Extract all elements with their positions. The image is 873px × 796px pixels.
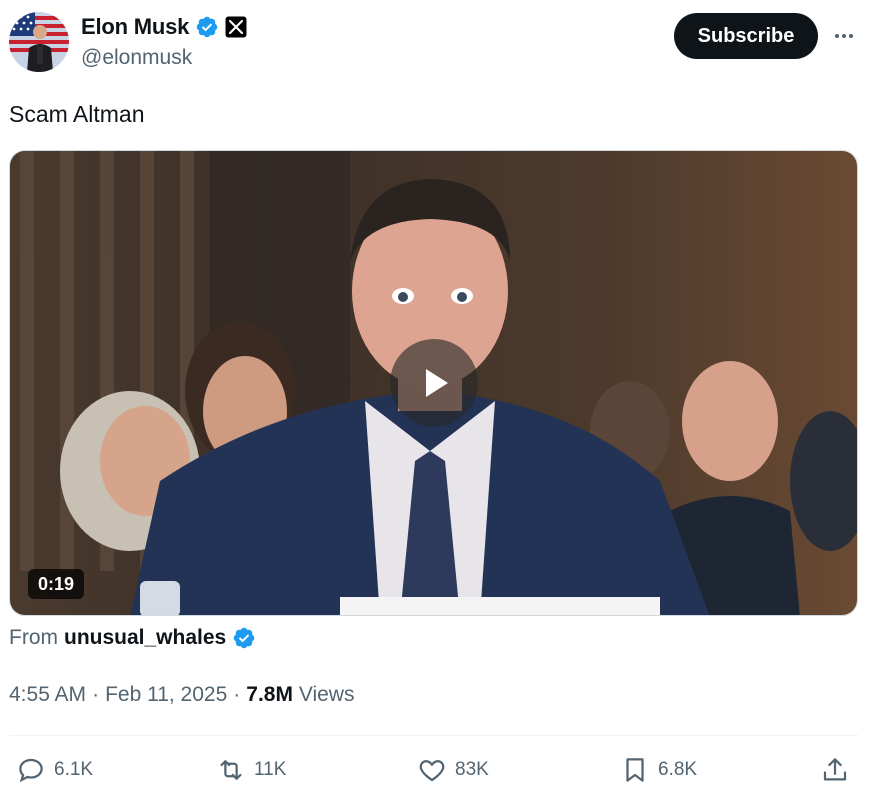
video-source: From unusual_whales — [9, 626, 256, 650]
subscribe-button[interactable]: Subscribe — [674, 13, 818, 59]
share-icon — [823, 758, 847, 781]
source-from-label: From — [9, 626, 58, 649]
repost-button[interactable]: 11K — [216, 748, 286, 792]
repost-icon — [220, 760, 242, 780]
video-player[interactable]: 0:19 — [9, 150, 858, 616]
tweet-text: Scam Altman — [9, 101, 145, 127]
avatar[interactable] — [9, 12, 69, 72]
author-name[interactable]: Elon Musk — [81, 14, 189, 40]
tweet-time[interactable]: 4:55 AM — [9, 683, 86, 707]
repost-count: 11K — [254, 759, 287, 780]
separator-dot: · — [233, 683, 241, 706]
heart-icon — [419, 760, 445, 782]
bookmark-count: 6.8K — [658, 759, 698, 780]
play-icon — [426, 369, 448, 397]
action-bar: 6.1K 11K 83K 6.8K — [0, 748, 873, 792]
verified-badge-icon[interactable] — [195, 15, 219, 39]
ellipsis-icon — [835, 34, 853, 38]
like-button[interactable]: 83K — [417, 748, 489, 792]
reply-button[interactable]: 6.1K — [16, 748, 93, 792]
source-account-link[interactable]: unusual_whales — [64, 626, 226, 650]
author-name-row: Elon Musk — [81, 14, 247, 40]
more-options-button[interactable] — [830, 22, 858, 50]
views-count: 7.8M — [246, 683, 293, 706]
views-label: Views — [298, 683, 355, 706]
tweet-meta: 4:55 AM · Feb 11, 2025 · 7.8M Views — [9, 683, 354, 707]
verified-badge-icon — [233, 627, 255, 649]
author-handle[interactable]: @elonmusk — [81, 46, 192, 70]
avatar-photo — [9, 12, 69, 72]
share-button[interactable] — [820, 748, 850, 792]
bookmark-icon — [626, 758, 644, 782]
tweet-date[interactable]: Feb 11, 2025 — [105, 683, 227, 707]
like-count: 83K — [455, 759, 489, 780]
bookmark-button[interactable]: 6.8K — [620, 748, 697, 792]
separator-dot: · — [92, 683, 100, 706]
reply-count: 6.1K — [54, 759, 94, 780]
x-affiliate-icon[interactable] — [225, 16, 247, 38]
reply-icon — [19, 758, 43, 783]
play-button[interactable] — [390, 339, 478, 427]
video-duration: 0:19 — [28, 569, 85, 599]
divider — [9, 735, 858, 736]
